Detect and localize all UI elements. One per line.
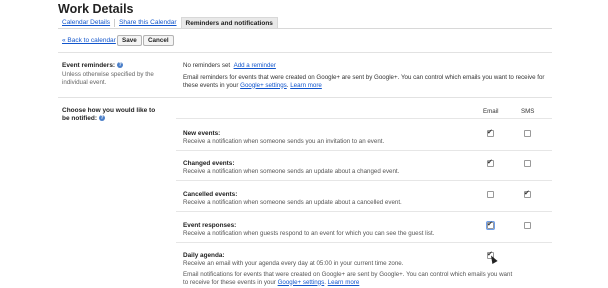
notify-label-text: Choose how you would like to be notified… xyxy=(62,107,156,122)
reminders-info: Email reminders for events that were cre… xyxy=(183,74,545,89)
changed-events-email-checkbox[interactable] xyxy=(487,158,494,167)
cancelled-events-desc: Receive a notification when someone send… xyxy=(183,199,402,206)
daily-agenda-title: Daily agenda: xyxy=(183,252,225,259)
google-plus-settings-link[interactable]: Google+ settings xyxy=(240,82,287,89)
event-reminders-label: Event reminders:? xyxy=(62,62,124,69)
row-divider xyxy=(176,242,552,243)
row-divider xyxy=(176,150,552,151)
new-events-email-checkbox[interactable] xyxy=(487,128,494,137)
reminders-info-text: Email reminders for events that were cre… xyxy=(183,74,545,89)
tab-share-calendar[interactable]: Share this Calendar xyxy=(115,17,180,28)
cancelled-events-sms-checkbox[interactable] xyxy=(524,189,531,198)
event-reminders-label-text: Event reminders: xyxy=(62,62,116,69)
new-events-title: New events: xyxy=(183,130,221,137)
learn-more-link[interactable]: Learn more xyxy=(328,279,360,286)
section-divider xyxy=(58,52,552,53)
page-title: Work Details xyxy=(58,2,134,16)
google-plus-settings-link[interactable]: Google+ settings xyxy=(278,279,325,286)
cancelled-events-email-checkbox[interactable] xyxy=(487,191,494,198)
no-reminders-text: No reminders set xyxy=(183,62,231,69)
notify-footer: Email notifications for events that were… xyxy=(183,271,513,286)
add-reminder-link[interactable]: Add a reminder xyxy=(234,62,276,69)
email-column-header: Email xyxy=(483,108,499,115)
reminders-status: No reminders set Add a reminder xyxy=(183,62,276,70)
help-icon[interactable]: ? xyxy=(99,114,106,121)
section-divider xyxy=(58,97,552,98)
cancel-button[interactable]: Cancel xyxy=(143,35,174,46)
event-responses-title: Event responses: xyxy=(183,222,237,229)
event-responses-desc: Receive a notification when guests respo… xyxy=(183,230,435,237)
tab-bar: Calendar Details Share this Calendar Rem… xyxy=(58,17,278,29)
learn-more-link[interactable]: Learn more xyxy=(290,82,322,89)
event-responses-sms-checkbox[interactable] xyxy=(524,222,531,229)
event-reminders-sub: Unless otherwise specified by the indivi… xyxy=(62,71,154,86)
new-events-desc: Receive a notification when someone send… xyxy=(183,138,385,145)
row-divider xyxy=(176,180,552,181)
save-button[interactable]: Save xyxy=(117,35,142,46)
row-divider xyxy=(176,211,552,212)
back-to-calendar-link[interactable]: « Back to calendar xyxy=(62,37,116,44)
changed-events-title: Changed events: xyxy=(183,160,235,167)
sms-column-header: SMS xyxy=(521,108,535,115)
row-divider xyxy=(176,118,552,119)
help-icon[interactable]: ? xyxy=(117,62,124,69)
changed-events-desc: Receive a notification when someone send… xyxy=(183,168,400,175)
event-responses-email-checkbox[interactable] xyxy=(486,220,495,230)
notify-label: Choose how you would like to be notified… xyxy=(62,107,162,122)
changed-events-sms-checkbox[interactable] xyxy=(524,160,531,167)
new-events-sms-checkbox[interactable] xyxy=(524,130,531,137)
mouse-cursor-icon xyxy=(488,254,498,264)
tab-calendar-details[interactable]: Calendar Details xyxy=(58,17,114,28)
daily-agenda-desc: Receive an email with your agenda every … xyxy=(183,260,404,267)
cancelled-events-title: Cancelled events: xyxy=(183,191,238,198)
tab-underline xyxy=(58,28,552,29)
